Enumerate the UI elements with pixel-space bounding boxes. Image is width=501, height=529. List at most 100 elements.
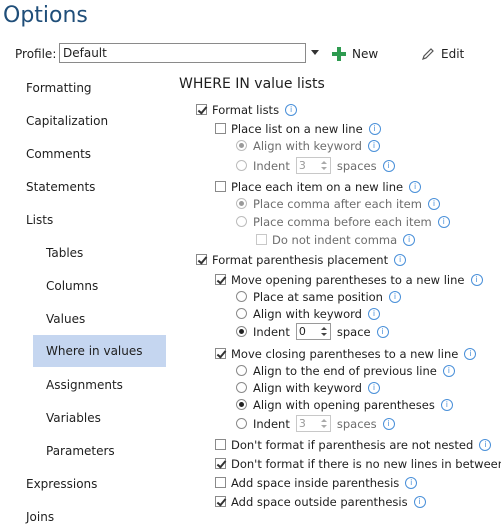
stepper-up-icon[interactable] xyxy=(320,161,327,164)
stepper-up-icon[interactable] xyxy=(320,419,327,422)
indent-1-radio[interactable] xyxy=(236,160,247,171)
align-keyword-2-label: Align with keyword xyxy=(253,306,362,321)
not-nested-row: Don't format if parenthesis are not nest… xyxy=(215,436,492,453)
space-inside-row: Add space inside parenthesis i xyxy=(215,474,418,491)
align-end-prev-label: Align to the end of previous line xyxy=(253,363,437,378)
align-end-prev-radio[interactable] xyxy=(236,365,247,376)
indent-2-label: Indent xyxy=(253,324,290,339)
info-icon: i xyxy=(427,197,440,210)
indent-1-value: 3 xyxy=(298,159,306,172)
no-new-lines-checkbox[interactable] xyxy=(215,458,226,469)
info-icon: i xyxy=(367,307,380,320)
nav-item-formatting[interactable]: Formatting xyxy=(26,77,92,99)
same-position-row: Place at same position i xyxy=(236,288,401,305)
nav-item-lists[interactable]: Lists xyxy=(26,209,53,231)
new-profile-button[interactable]: New xyxy=(332,45,378,63)
no-indent-comma-checkbox[interactable] xyxy=(256,234,267,245)
stepper-down-icon[interactable] xyxy=(320,167,327,170)
indent-3-stepper[interactable]: 3 xyxy=(295,415,331,432)
info-icon: i xyxy=(405,476,418,489)
nav-item-variables[interactable]: Variables xyxy=(46,407,101,429)
format-lists-label: Format lists xyxy=(212,102,280,117)
profile-label: Profile: xyxy=(15,47,57,61)
nav-item-parameters[interactable]: Parameters xyxy=(46,440,115,462)
window-title: Options xyxy=(3,3,88,28)
chevron-down-icon[interactable] xyxy=(311,50,319,55)
place-list-new-line-checkbox[interactable] xyxy=(215,123,226,134)
info-icon: i xyxy=(376,325,389,338)
space-inside-checkbox[interactable] xyxy=(215,477,226,488)
place-list-new-line-label: Place list on a new line xyxy=(231,121,363,136)
align-end-prev-row: Align to the end of previous line i xyxy=(236,362,455,379)
edit-label: Edit xyxy=(441,47,465,61)
comma-after-row: Place comma after each item i xyxy=(236,195,440,212)
stepper-down-icon[interactable] xyxy=(320,425,327,428)
move-opening-row: Move opening parentheses to a new line i xyxy=(215,271,483,288)
indent-3-value: 3 xyxy=(298,417,306,430)
comma-before-row: Place comma before each item i xyxy=(236,213,450,230)
format-parenthesis-checkbox[interactable] xyxy=(196,254,207,265)
indent-1-stepper[interactable]: 3 xyxy=(295,157,331,174)
info-icon: i xyxy=(388,290,401,303)
section-title: WHERE IN value lists xyxy=(179,76,325,92)
place-each-item-checkbox[interactable] xyxy=(215,181,226,192)
format-parenthesis-label: Format parenthesis placement xyxy=(212,252,389,267)
align-keyword-2-radio[interactable] xyxy=(236,308,247,319)
align-keyword-2-row: Align with keyword i xyxy=(236,305,380,322)
not-nested-checkbox[interactable] xyxy=(215,439,226,450)
stepper-down-icon[interactable] xyxy=(320,333,327,336)
no-new-lines-label: Don't format if there is no new lines in… xyxy=(231,456,501,471)
info-icon: i xyxy=(368,122,381,135)
format-lists-checkbox[interactable] xyxy=(196,104,207,115)
info-icon: i xyxy=(442,364,455,377)
nav-item-expressions[interactable]: Expressions xyxy=(26,473,97,495)
edit-profile-button[interactable]: Edit xyxy=(421,45,464,63)
align-keyword-3-label: Align with keyword xyxy=(253,380,362,395)
nav-item-statements[interactable]: Statements xyxy=(26,176,95,198)
align-keyword-3-radio[interactable] xyxy=(236,382,247,393)
pencil-icon xyxy=(422,48,434,60)
no-indent-comma-label: Do not indent comma xyxy=(272,232,398,247)
nav-item-assignments[interactable]: Assignments xyxy=(46,374,123,396)
space-inside-label: Add space inside parenthesis xyxy=(231,475,400,490)
info-icon: i xyxy=(367,381,380,394)
indent-2-row: Indent 0 space i xyxy=(236,321,389,342)
nav-item-values[interactable]: Values xyxy=(46,308,85,330)
nav-item-columns[interactable]: Columns xyxy=(46,275,98,297)
no-indent-comma-row: Do not indent comma i xyxy=(256,231,416,248)
indent-1-row: Indent 3 spaces i xyxy=(236,156,395,175)
move-opening-checkbox[interactable] xyxy=(215,274,226,285)
nav-item-capitalization[interactable]: Capitalization xyxy=(26,110,108,132)
indent-2-radio[interactable] xyxy=(236,326,247,337)
move-closing-checkbox[interactable] xyxy=(215,348,226,359)
info-icon: i xyxy=(470,273,483,286)
indent-2-value: 0 xyxy=(298,325,306,338)
nav-item-joins[interactable]: Joins xyxy=(26,506,54,528)
comma-before-radio[interactable] xyxy=(236,216,247,227)
align-opening-radio[interactable] xyxy=(236,399,247,410)
align-keyword-1-radio[interactable] xyxy=(236,140,247,151)
align-opening-row: Align with opening parentheses i xyxy=(236,396,453,413)
format-lists-row: Format lists i xyxy=(196,101,298,118)
info-icon: i xyxy=(367,139,380,152)
move-closing-row: Move closing parentheses to a new line i xyxy=(215,345,477,362)
profile-select[interactable]: Default xyxy=(59,43,306,63)
same-position-radio[interactable] xyxy=(236,291,247,302)
move-opening-label: Move opening parentheses to a new line xyxy=(231,272,465,287)
info-icon: i xyxy=(403,233,416,246)
comma-after-radio[interactable] xyxy=(236,198,247,209)
stepper-up-icon[interactable] xyxy=(320,327,327,330)
info-icon: i xyxy=(394,253,407,266)
indent-2-stepper[interactable]: 0 xyxy=(295,323,331,340)
indent-3-radio[interactable] xyxy=(236,418,247,429)
nav-item-tables[interactable]: Tables xyxy=(46,242,83,264)
space-outside-label: Add space outside parenthesis xyxy=(231,494,408,509)
info-icon: i xyxy=(382,159,395,172)
info-icon: i xyxy=(440,398,453,411)
nav-item-comments[interactable]: Comments xyxy=(26,143,91,165)
info-icon: i xyxy=(479,438,492,451)
align-keyword-1-row: Align with keyword i xyxy=(236,137,380,154)
nav-item-where-in-values[interactable]: Where in values xyxy=(33,335,166,367)
space-outside-checkbox[interactable] xyxy=(215,496,226,507)
align-keyword-3-row: Align with keyword i xyxy=(236,379,380,396)
